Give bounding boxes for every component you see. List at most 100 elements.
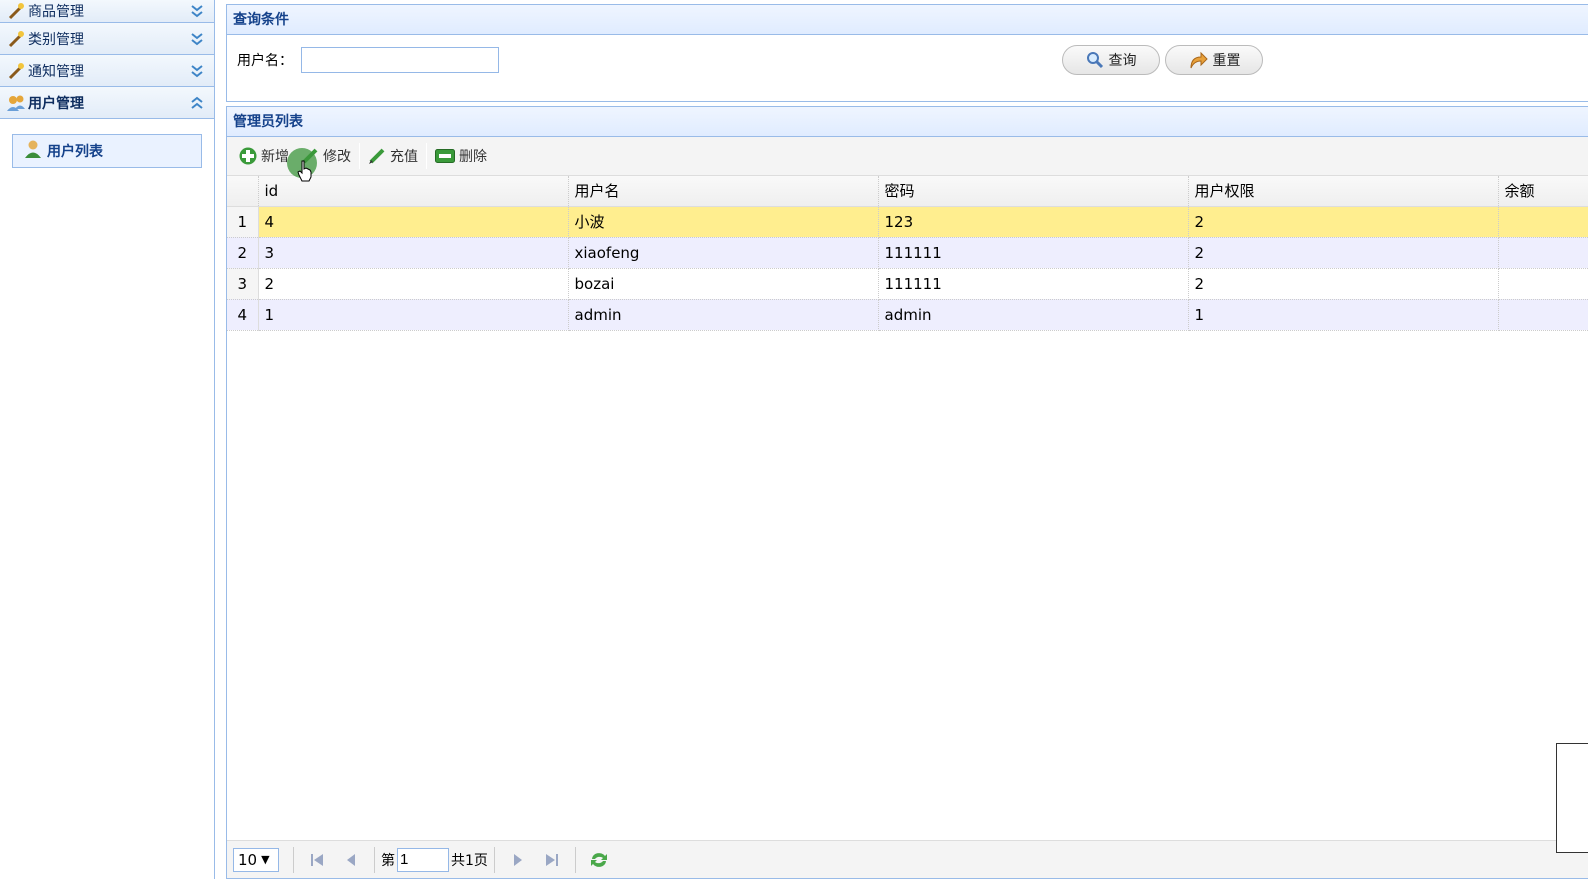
row-number: 4 bbox=[227, 299, 259, 331]
reset-button-label: 重置 bbox=[1212, 53, 1241, 69]
table-row[interactable]: 2 3 xiaofeng 111111 2 bbox=[227, 237, 1588, 269]
query-panel: 查询条件 用户名： 查询 重置 bbox=[226, 4, 1588, 102]
delete-button[interactable]: 删除 bbox=[429, 142, 493, 170]
chevron-double-down-icon[interactable] bbox=[190, 32, 204, 46]
main-content: 查询条件 用户名： 查询 重置 管理员列表 新增 修改 充值 删除 id 用户名… bbox=[226, 4, 1588, 879]
redo-arrow-icon bbox=[1188, 51, 1208, 69]
wand-icon bbox=[6, 1, 26, 21]
refresh-button[interactable] bbox=[586, 847, 612, 873]
column-header-username[interactable]: 用户名 bbox=[568, 176, 879, 207]
page-size-select[interactable]: 10 ▼ bbox=[233, 847, 279, 872]
cell-password: 111111 bbox=[878, 268, 1189, 300]
delete-button-label: 删除 bbox=[459, 149, 487, 165]
add-button[interactable]: 新增 bbox=[233, 142, 295, 170]
cell-id: 3 bbox=[258, 237, 569, 269]
query-panel-title: 查询条件 bbox=[227, 5, 1588, 35]
cell-username: admin bbox=[568, 299, 879, 331]
table-header-row: id 用户名 密码 用户权限 余额 bbox=[227, 176, 1588, 207]
recharge-button[interactable]: 充值 bbox=[362, 142, 424, 170]
first-page-icon bbox=[311, 853, 323, 866]
cell-username: xiaofeng bbox=[568, 237, 879, 269]
cell-role: 1 bbox=[1188, 299, 1499, 331]
next-page-icon bbox=[513, 853, 522, 866]
search-button-label: 查询 bbox=[1108, 53, 1137, 69]
username-input[interactable] bbox=[301, 47, 499, 73]
sidebar-section-body: 用户列表 bbox=[0, 119, 214, 183]
recharge-button-label: 充值 bbox=[390, 149, 418, 165]
pagination-bar: 10 ▼ 第 共1页 bbox=[227, 840, 1588, 878]
grid-toolbar: 新增 修改 充值 删除 bbox=[227, 137, 1588, 176]
page-prefix: 第 bbox=[381, 852, 395, 869]
cell-balance bbox=[1498, 268, 1588, 300]
cell-balance bbox=[1498, 299, 1588, 331]
minus-icon bbox=[435, 149, 455, 163]
magnifier-icon bbox=[1086, 51, 1104, 69]
edit-button-label: 修改 bbox=[323, 149, 351, 165]
table-row[interactable]: 3 2 bozai 111111 2 bbox=[227, 268, 1588, 300]
username-label: 用户名： bbox=[237, 53, 293, 69]
chevron-double-down-icon[interactable] bbox=[190, 4, 204, 18]
first-page-button[interactable] bbox=[304, 847, 330, 873]
last-page-button[interactable] bbox=[539, 847, 565, 873]
cell-id: 4 bbox=[258, 206, 569, 238]
sidebar-item-user-list[interactable]: 用户列表 bbox=[12, 134, 202, 168]
page-size-value: 10 bbox=[238, 850, 258, 869]
chevron-double-up-icon[interactable] bbox=[190, 96, 204, 110]
sidebar-section-label: 通知管理 bbox=[28, 63, 84, 80]
offscreen-dialog-fragment bbox=[1556, 743, 1588, 853]
column-header-role[interactable]: 用户权限 bbox=[1188, 176, 1499, 207]
table-row[interactable]: 4 1 admin admin 1 bbox=[227, 299, 1588, 331]
cell-password: 111111 bbox=[878, 237, 1189, 269]
chevron-double-down-icon[interactable] bbox=[190, 64, 204, 78]
dropdown-arrow-icon: ▼ bbox=[261, 853, 270, 866]
pencil-icon bbox=[368, 147, 386, 165]
row-number: 3 bbox=[227, 268, 259, 300]
cell-balance bbox=[1498, 206, 1588, 238]
plus-icon bbox=[239, 147, 257, 165]
admin-list-panel: 管理员列表 新增 修改 充值 删除 id 用户名 密码 用户权限 余额 1 4 … bbox=[226, 106, 1588, 879]
page-number-input[interactable] bbox=[397, 847, 449, 872]
sidebar-section-label: 类别管理 bbox=[28, 31, 84, 48]
cell-balance bbox=[1498, 237, 1588, 269]
column-header-balance[interactable]: 余额 bbox=[1498, 176, 1588, 207]
search-button[interactable]: 查询 bbox=[1062, 45, 1160, 75]
sidebar-section-categories[interactable]: 类别管理 bbox=[0, 23, 214, 55]
column-header-password[interactable]: 密码 bbox=[878, 176, 1189, 207]
column-header-rownum bbox=[227, 176, 259, 207]
cell-username: 小波 bbox=[568, 206, 879, 238]
sidebar-section-notices[interactable]: 通知管理 bbox=[0, 55, 214, 87]
table-row[interactable]: 1 4 小波 123 2 bbox=[227, 206, 1588, 238]
row-number: 1 bbox=[227, 206, 259, 238]
wand-icon bbox=[6, 29, 26, 49]
pager-separator bbox=[374, 846, 375, 873]
refresh-icon bbox=[590, 852, 607, 867]
prev-page-icon bbox=[347, 853, 355, 866]
sidebar: 商品管理 类别管理 通知管理 用户管理 用户列表 bbox=[0, 0, 215, 879]
cell-id: 1 bbox=[258, 299, 569, 331]
cell-password: 123 bbox=[878, 206, 1189, 238]
last-page-icon bbox=[545, 853, 558, 866]
reset-button[interactable]: 重置 bbox=[1165, 45, 1263, 75]
cell-role: 2 bbox=[1188, 206, 1499, 238]
toolbar-separator bbox=[426, 143, 427, 169]
row-number: 2 bbox=[227, 237, 259, 269]
cell-role: 2 bbox=[1188, 268, 1499, 300]
next-page-button[interactable] bbox=[505, 847, 531, 873]
add-button-label: 新增 bbox=[261, 149, 289, 165]
pager-separator bbox=[574, 846, 576, 873]
prev-page-button[interactable] bbox=[338, 847, 364, 873]
user-icon bbox=[23, 139, 43, 163]
sidebar-section-products[interactable]: 商品管理 bbox=[0, 0, 214, 23]
cell-role: 2 bbox=[1188, 237, 1499, 269]
wand-icon bbox=[6, 61, 26, 81]
cell-username: bozai bbox=[568, 268, 879, 300]
query-body: 用户名： 查询 重置 bbox=[227, 35, 1588, 101]
admin-table: id 用户名 密码 用户权限 余额 1 4 小波 123 2 2 3 xiaof… bbox=[227, 176, 1588, 331]
page-total: 共1页 bbox=[451, 852, 488, 869]
cell-id: 2 bbox=[258, 268, 569, 300]
pager-separator bbox=[493, 846, 495, 873]
sidebar-item-label: 用户列表 bbox=[47, 144, 103, 160]
sidebar-section-users[interactable]: 用户管理 bbox=[0, 87, 214, 119]
cell-password: admin bbox=[878, 299, 1189, 331]
pager-separator bbox=[293, 846, 294, 873]
